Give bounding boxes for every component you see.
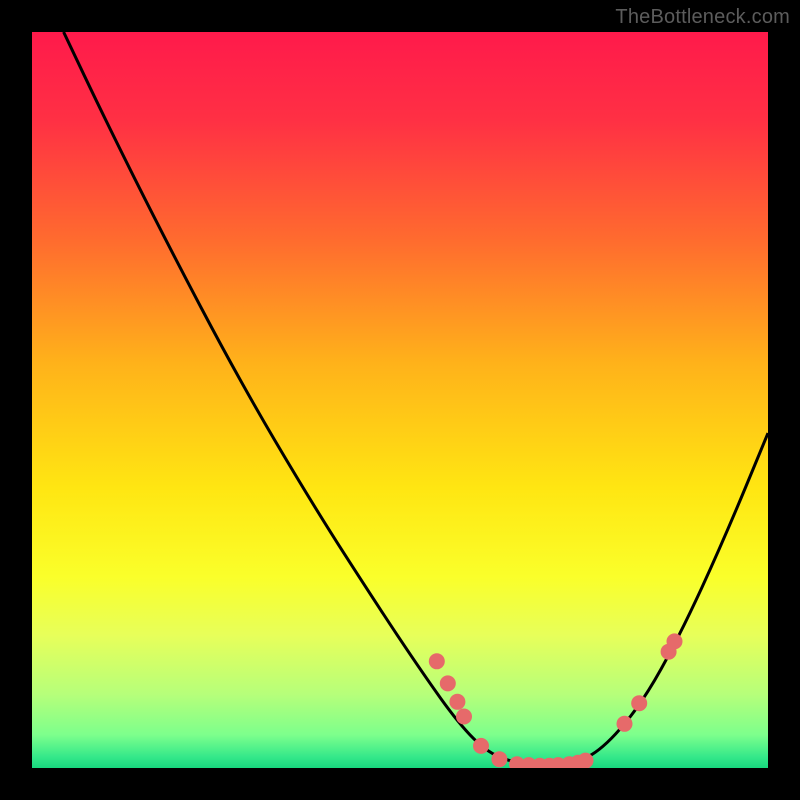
gradient-background (32, 32, 768, 768)
data-marker (667, 633, 683, 649)
data-marker (631, 695, 647, 711)
data-marker (440, 675, 456, 691)
watermark-text: TheBottleneck.com (615, 6, 790, 29)
data-marker (473, 738, 489, 754)
data-marker (491, 751, 507, 767)
bottleneck-chart (0, 0, 800, 800)
data-marker (429, 653, 445, 669)
data-marker (578, 753, 594, 769)
chart-stage: TheBottleneck.com (0, 0, 800, 800)
data-marker (617, 716, 633, 732)
data-marker (456, 709, 472, 725)
data-marker (449, 694, 465, 710)
